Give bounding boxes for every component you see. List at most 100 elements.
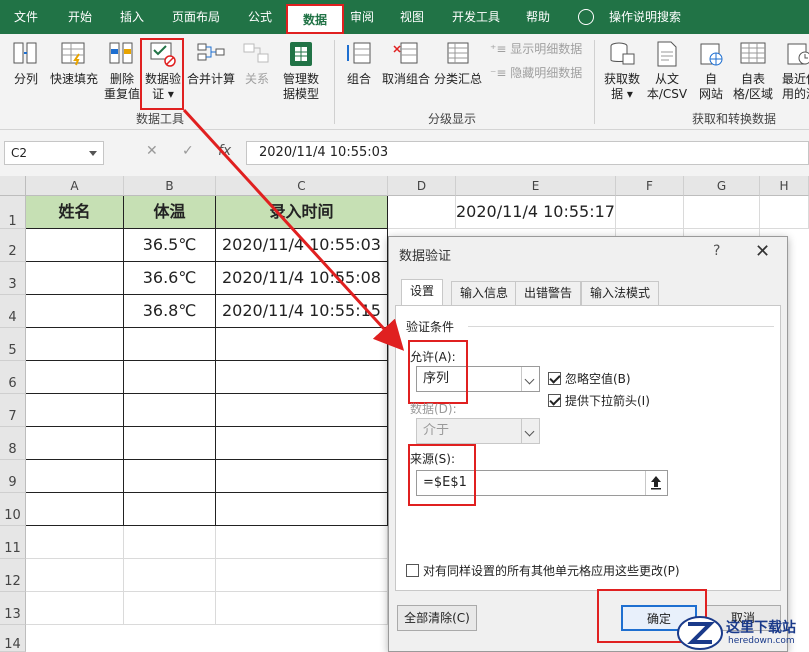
cell-c12[interactable]	[216, 559, 388, 592]
cell-b3[interactable]: 36.6℃	[124, 262, 216, 295]
tab-file[interactable]: 文件	[6, 0, 46, 34]
cell-a8[interactable]	[26, 427, 124, 460]
cell-c11[interactable]	[216, 526, 388, 559]
row-header-9[interactable]: 9	[0, 460, 26, 493]
from-web-button[interactable]: 自 网站	[694, 40, 728, 102]
clear-all-button[interactable]: 全部清除(C)	[397, 605, 477, 631]
close-icon[interactable]: ✕	[755, 241, 770, 262]
cell-b10[interactable]	[124, 493, 216, 526]
cell-b2[interactable]: 36.5℃	[124, 229, 216, 262]
row-header-7[interactable]: 7	[0, 394, 26, 427]
row-header-5[interactable]: 5	[0, 328, 26, 361]
cell-b11[interactable]	[124, 526, 216, 559]
cell-b1[interactable]: 体温	[124, 196, 216, 229]
row-header-1[interactable]: 1	[0, 196, 26, 229]
cell-a11[interactable]	[26, 526, 124, 559]
cell-b8[interactable]	[124, 427, 216, 460]
column-header-b[interactable]: B	[124, 176, 216, 196]
cell-b9[interactable]	[124, 460, 216, 493]
chevron-down-icon[interactable]	[89, 151, 97, 156]
formula-input[interactable]: 2020/11/4 10:55:03	[246, 141, 809, 165]
cell-b13[interactable]	[124, 592, 216, 625]
cell-c3[interactable]: 2020/11/4 10:55:08	[216, 262, 388, 295]
row-header-8[interactable]: 8	[0, 427, 26, 460]
cell-c6[interactable]	[216, 361, 388, 394]
cell-c2[interactable]: 2020/11/4 10:55:03	[216, 229, 388, 262]
cell-a1[interactable]: 姓名	[26, 196, 124, 229]
name-box[interactable]: C2	[4, 141, 104, 165]
tab-developer[interactable]: 开发工具	[444, 0, 508, 34]
cell-c10[interactable]	[216, 493, 388, 526]
get-data-button[interactable]: 获取数 据 ▾	[602, 40, 642, 102]
cell-a4[interactable]	[26, 295, 124, 328]
tab-settings[interactable]: 设置	[401, 279, 444, 306]
cell-b12[interactable]	[124, 559, 216, 592]
cell-c4[interactable]: 2020/11/4 10:55:15	[216, 295, 388, 328]
row-header-2[interactable]: 2	[0, 229, 26, 262]
row-header-3[interactable]: 3	[0, 262, 26, 295]
tab-insert[interactable]: 插入	[112, 0, 152, 34]
from-text-csv-button[interactable]: 从文 本/CSV	[644, 40, 690, 102]
cell-c9[interactable]	[216, 460, 388, 493]
cell-c5[interactable]	[216, 328, 388, 361]
group-button[interactable]: 组合	[342, 40, 376, 87]
column-header-d[interactable]: D	[388, 176, 456, 196]
remove-duplicates-button[interactable]: 删除 重复值	[102, 40, 142, 102]
cell-b7[interactable]	[124, 394, 216, 427]
chevron-down-icon[interactable]	[521, 419, 539, 443]
cell-a7[interactable]	[26, 394, 124, 427]
column-header-e[interactable]: E	[456, 176, 616, 196]
row-header-4[interactable]: 4	[0, 295, 26, 328]
row-header-12[interactable]: 12	[0, 559, 26, 592]
chevron-down-icon[interactable]	[521, 367, 539, 391]
manage-data-model-button[interactable]: 管理数 据模型	[278, 40, 324, 102]
from-table-range-button[interactable]: 自表 格/区域	[730, 40, 776, 102]
cell-a6[interactable]	[26, 361, 124, 394]
cell-c1[interactable]: 录入时间	[216, 196, 388, 229]
text-to-columns-button[interactable]: 分列	[8, 40, 44, 87]
cell-g1[interactable]	[684, 196, 760, 229]
hide-detail-button[interactable]: ⁻≡ 隐藏明细数据	[490, 64, 582, 81]
tab-view[interactable]: 视图	[392, 0, 432, 34]
tab-input-message[interactable]: 输入信息	[451, 281, 518, 305]
row-header-6[interactable]: 6	[0, 361, 26, 394]
help-icon[interactable]: ?	[713, 243, 720, 259]
tab-help[interactable]: 帮助	[518, 0, 558, 34]
cell-a2[interactable]	[26, 229, 124, 262]
cell-d1[interactable]	[388, 196, 456, 229]
row-header-10[interactable]: 10	[0, 493, 26, 526]
show-detail-button[interactable]: ⁺≡ 显示明细数据	[490, 40, 582, 57]
apply-to-all-checkbox[interactable]: 对有同样设置的所有其他单元格应用这些更改(P)	[406, 562, 680, 579]
tab-review[interactable]: 审阅	[342, 0, 382, 34]
in-cell-dropdown-checkbox[interactable]: 提供下拉箭头(I)	[548, 392, 650, 409]
cell-c7[interactable]	[216, 394, 388, 427]
column-header-c[interactable]: C	[216, 176, 388, 196]
cell-b6[interactable]	[124, 361, 216, 394]
ungroup-button[interactable]: 取消组合	[380, 40, 432, 87]
cell-c13[interactable]	[216, 592, 388, 625]
cell-a13[interactable]	[26, 592, 124, 625]
cell-a5[interactable]	[26, 328, 124, 361]
data-operator-select[interactable]: 介于	[416, 418, 540, 444]
cell-e1[interactable]: 2020/11/4 10:55:17	[456, 196, 616, 229]
cell-c8[interactable]	[216, 427, 388, 460]
cell-a10[interactable]	[26, 493, 124, 526]
cell-h1[interactable]	[760, 196, 809, 229]
column-header-h[interactable]: H	[760, 176, 809, 196]
cell-f1[interactable]	[616, 196, 684, 229]
ignore-blank-checkbox[interactable]: 忽略空值(B)	[548, 370, 631, 387]
confirm-edit-icon[interactable]: ✓	[182, 143, 194, 159]
tab-data[interactable]: 数据	[286, 4, 344, 34]
cancel-edit-icon[interactable]: ✕	[146, 143, 158, 159]
cell-a12[interactable]	[26, 559, 124, 592]
cell-b4[interactable]: 36.8℃	[124, 295, 216, 328]
cell-a3[interactable]	[26, 262, 124, 295]
column-header-g[interactable]: G	[684, 176, 760, 196]
cell-b5[interactable]	[124, 328, 216, 361]
tab-ime-mode[interactable]: 输入法模式	[581, 281, 660, 305]
row-header-14[interactable]: 14	[0, 625, 26, 652]
tell-me-search[interactable]: 操作说明搜索	[600, 0, 690, 34]
relationships-button[interactable]: 关系	[240, 40, 274, 87]
select-all-corner[interactable]	[0, 176, 26, 196]
flash-fill-button[interactable]: 快速填充	[46, 40, 102, 87]
